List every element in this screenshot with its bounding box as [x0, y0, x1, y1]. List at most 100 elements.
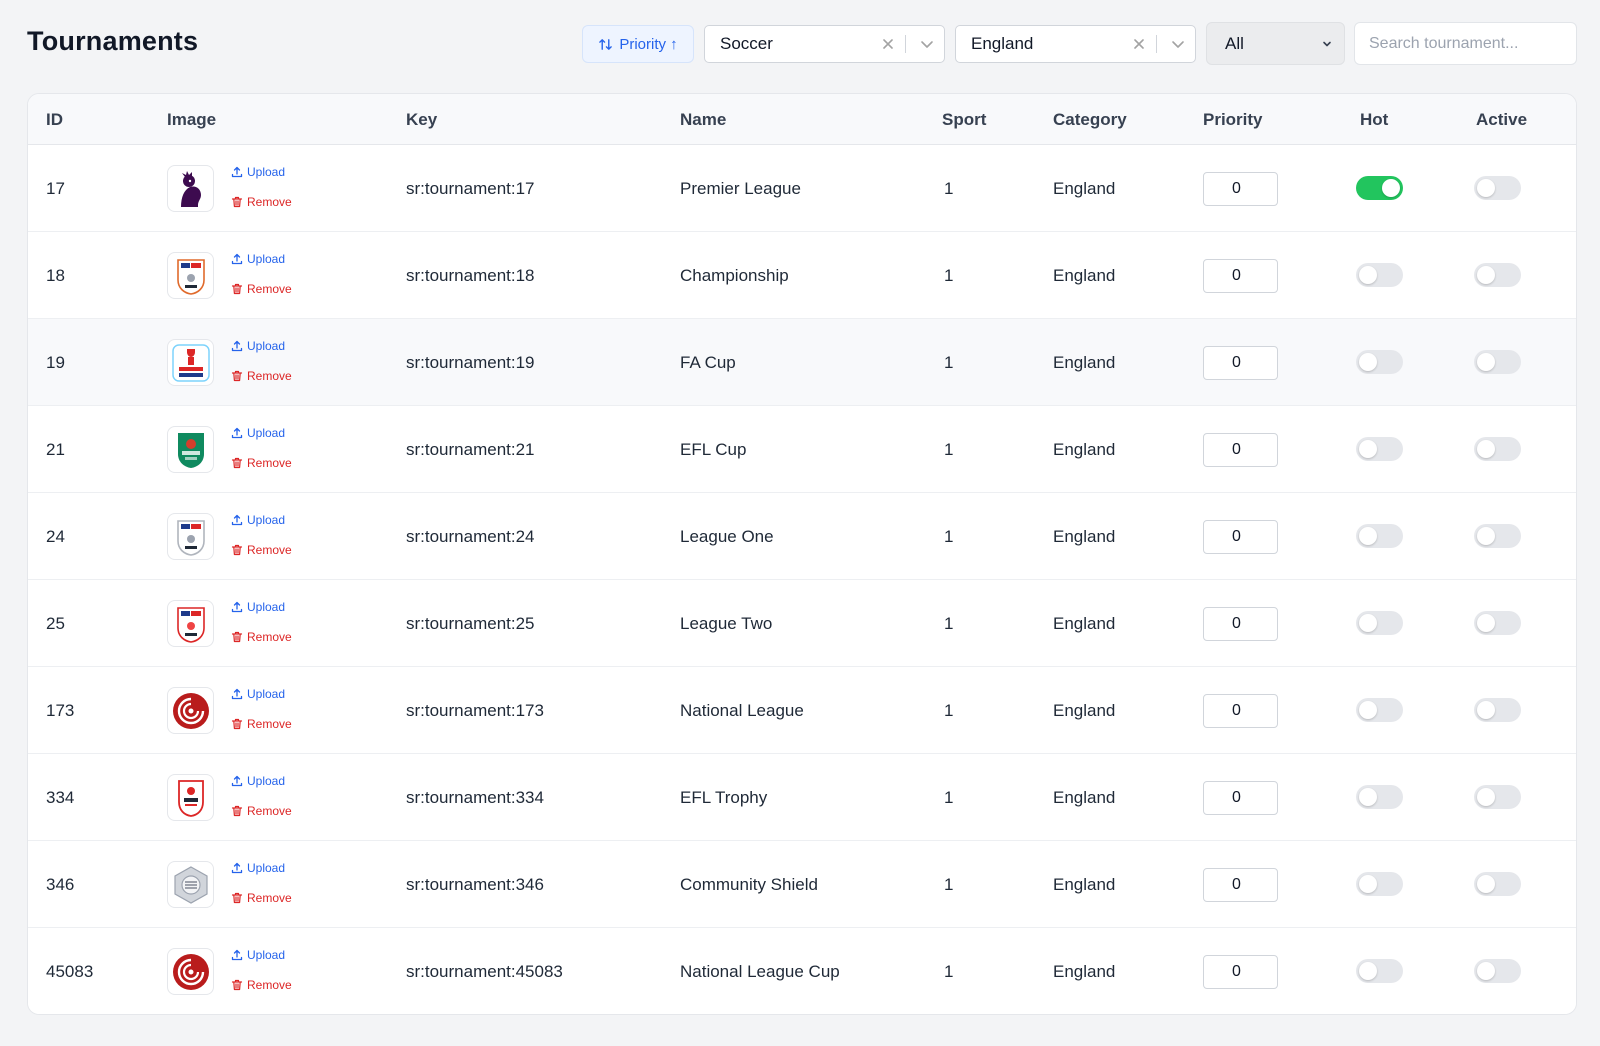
upload-image-button[interactable]: Upload: [231, 165, 285, 179]
active-toggle[interactable]: [1474, 785, 1521, 809]
priority-input[interactable]: [1203, 955, 1278, 989]
trash-icon: [231, 631, 243, 643]
priority-input[interactable]: [1203, 694, 1278, 728]
priority-input[interactable]: [1203, 433, 1278, 467]
upload-icon: [231, 688, 243, 700]
remove-image-button[interactable]: Remove: [231, 282, 292, 296]
hot-toggle[interactable]: [1356, 959, 1403, 983]
upload-image-button[interactable]: Upload: [231, 687, 285, 701]
remove-image-button[interactable]: Remove: [231, 978, 292, 992]
active-toggle[interactable]: [1474, 611, 1521, 635]
search-input[interactable]: [1354, 22, 1577, 65]
priority-input[interactable]: [1203, 868, 1278, 902]
tournament-category: England: [1053, 788, 1116, 807]
upload-label: Upload: [247, 252, 286, 266]
remove-image-button[interactable]: Remove: [231, 543, 292, 557]
tournament-id: 24: [46, 527, 65, 546]
column-header-name[interactable]: Name: [680, 94, 726, 145]
status-filter-select[interactable]: All: [1206, 22, 1345, 65]
hot-toggle[interactable]: [1356, 437, 1403, 461]
tournament-key: sr:tournament:173: [406, 701, 544, 720]
upload-image-button[interactable]: Upload: [231, 948, 285, 962]
toggle-knob: [1359, 701, 1377, 719]
remove-image-button[interactable]: Remove: [231, 630, 292, 644]
remove-image-button[interactable]: Remove: [231, 369, 292, 383]
hot-toggle[interactable]: [1356, 176, 1403, 200]
remove-image-button[interactable]: Remove: [231, 804, 292, 818]
clear-icon[interactable]: [875, 38, 901, 50]
hot-toggle[interactable]: [1356, 785, 1403, 809]
column-header-hot[interactable]: Hot: [1360, 94, 1388, 145]
active-toggle[interactable]: [1474, 524, 1521, 548]
tournament-category: England: [1053, 962, 1116, 981]
upload-image-button[interactable]: Upload: [231, 774, 285, 788]
toggle-knob: [1477, 788, 1495, 806]
tournament-id: 334: [46, 788, 75, 807]
remove-image-button[interactable]: Remove: [231, 456, 292, 470]
priority-input[interactable]: [1203, 259, 1278, 293]
remove-label: Remove: [247, 369, 292, 383]
sort-priority-button[interactable]: Priority ↑: [582, 25, 694, 63]
category-filter-select[interactable]: England: [955, 25, 1196, 63]
upload-icon: [231, 949, 243, 961]
column-header-key[interactable]: Key: [406, 94, 437, 145]
column-header-priority[interactable]: Priority: [1203, 94, 1263, 145]
hot-toggle[interactable]: [1356, 698, 1403, 722]
tournament-sport: 1: [944, 614, 954, 633]
select-separator: [905, 35, 906, 53]
upload-image-button[interactable]: Upload: [231, 426, 285, 440]
toggle-knob: [1477, 266, 1495, 284]
tournament-sport: 1: [944, 440, 954, 459]
upload-image-button[interactable]: Upload: [231, 861, 285, 875]
remove-image-button[interactable]: Remove: [231, 195, 292, 209]
upload-label: Upload: [247, 774, 286, 788]
tournament-sport: 1: [944, 962, 954, 981]
tournament-category: England: [1053, 701, 1116, 720]
active-toggle[interactable]: [1474, 872, 1521, 896]
trash-icon: [231, 283, 243, 295]
hot-toggle[interactable]: [1356, 263, 1403, 287]
active-toggle[interactable]: [1474, 176, 1521, 200]
priority-input[interactable]: [1203, 520, 1278, 554]
toggle-knob: [1477, 614, 1495, 632]
tournament-name: Championship: [680, 266, 789, 285]
hot-toggle[interactable]: [1356, 872, 1403, 896]
tournament-key: sr:tournament:19: [406, 353, 535, 372]
upload-image-button[interactable]: Upload: [231, 252, 285, 266]
upload-icon: [231, 601, 243, 613]
active-toggle[interactable]: [1474, 350, 1521, 374]
priority-input[interactable]: [1203, 607, 1278, 641]
clear-icon[interactable]: [1126, 38, 1152, 50]
upload-image-button[interactable]: Upload: [231, 339, 285, 353]
active-toggle[interactable]: [1474, 263, 1521, 287]
tournament-name: Community Shield: [680, 875, 818, 894]
active-toggle[interactable]: [1474, 959, 1521, 983]
remove-label: Remove: [247, 717, 292, 731]
tournament-key: sr:tournament:334: [406, 788, 544, 807]
upload-image-button[interactable]: Upload: [231, 513, 285, 527]
column-header-active[interactable]: Active: [1476, 94, 1527, 145]
tournament-id: 18: [46, 266, 65, 285]
column-header-image: Image: [167, 110, 217, 129]
chevron-down-icon[interactable]: [910, 37, 944, 51]
hot-toggle[interactable]: [1356, 611, 1403, 635]
remove-image-button[interactable]: Remove: [231, 891, 292, 905]
tournament-id: 19: [46, 353, 65, 372]
active-toggle[interactable]: [1474, 437, 1521, 461]
priority-input[interactable]: [1203, 781, 1278, 815]
upload-image-button[interactable]: Upload: [231, 600, 285, 614]
tournament-key: sr:tournament:24: [406, 527, 535, 546]
priority-input[interactable]: [1203, 346, 1278, 380]
hot-toggle[interactable]: [1356, 524, 1403, 548]
priority-input[interactable]: [1203, 172, 1278, 206]
chevron-down-icon[interactable]: [1161, 37, 1195, 51]
tournament-category: England: [1053, 440, 1116, 459]
column-header-id[interactable]: ID: [46, 94, 63, 145]
column-header-category[interactable]: Category: [1053, 94, 1127, 145]
hot-toggle[interactable]: [1356, 350, 1403, 374]
remove-image-button[interactable]: Remove: [231, 717, 292, 731]
column-header-sport[interactable]: Sport: [942, 94, 986, 145]
active-toggle[interactable]: [1474, 698, 1521, 722]
tournament-sport: 1: [944, 353, 954, 372]
sport-filter-select[interactable]: Soccer: [704, 25, 945, 63]
